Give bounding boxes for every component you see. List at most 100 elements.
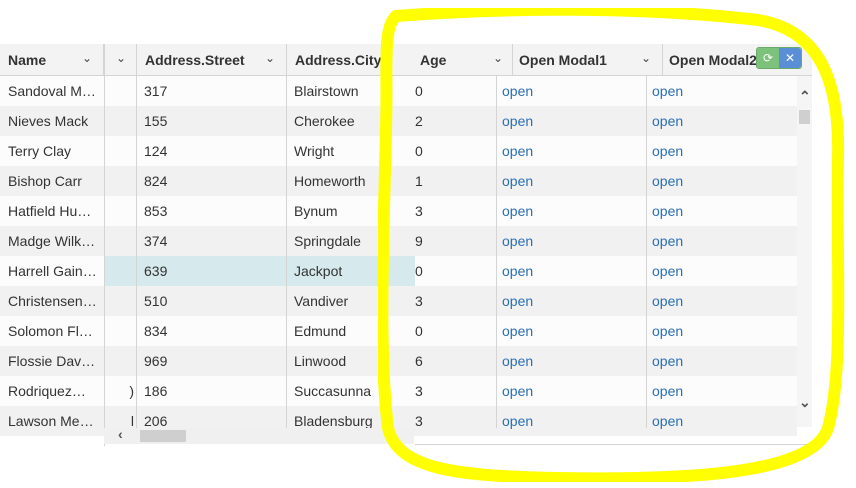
column-label-modal1: Open Modal1 xyxy=(519,52,607,68)
cell-street: 155 xyxy=(144,113,168,129)
open-modal2-link[interactable]: open xyxy=(646,346,797,376)
open-modal1-link[interactable]: open xyxy=(496,316,646,346)
right-header: Age ⌄ Open Modal1 ⌄ Open Modal2 xyxy=(415,44,812,76)
open-modal2-link[interactable]: open xyxy=(646,256,797,286)
chevron-down-icon[interactable]: ⌄ xyxy=(82,51,92,65)
cell-street: 639 xyxy=(136,256,286,286)
cell-city: Vandiver xyxy=(294,293,349,309)
table-row[interactable]: Madge Wilk… 374 Springdale 9 open open xyxy=(0,226,797,256)
open-modal2-link[interactable]: open xyxy=(646,76,797,106)
chevron-down-icon[interactable]: ⌄ xyxy=(641,51,651,65)
pinned-header: Name ⌄ xyxy=(0,44,104,76)
open-modal1-link[interactable]: open xyxy=(496,136,646,166)
open-modal1-link[interactable]: open xyxy=(496,196,646,226)
cell-partial xyxy=(104,256,136,286)
cell-name: Bishop Carr xyxy=(8,173,82,189)
cell-age: 2 xyxy=(415,113,423,129)
column-header-city[interactable]: Address.City xyxy=(287,44,415,75)
open-modal1-link[interactable]: open xyxy=(496,406,646,436)
vertical-scrollbar[interactable]: ⌃ ⌄ xyxy=(797,76,812,427)
column-header-street[interactable]: Address.Street ⌄ xyxy=(137,44,287,75)
open-modal2-link[interactable]: open xyxy=(646,136,797,166)
cell-street: 317 xyxy=(144,83,168,99)
table-row[interactable]: Terry Clay 124 Wright 0 open open xyxy=(0,136,797,166)
chevron-down-icon[interactable]: ⌄ xyxy=(799,394,811,411)
cell-city: Bynum xyxy=(294,203,338,219)
column-label-street: Address.Street xyxy=(145,52,245,68)
expand-icon[interactable]: ✕ xyxy=(779,48,801,68)
cell-age: 0 xyxy=(415,143,423,159)
open-modal2-link[interactable]: open xyxy=(646,106,797,136)
cell-age: 3 xyxy=(415,413,423,429)
table-row[interactable]: Christensen… 510 Vandiver 3 open open xyxy=(0,286,797,316)
cell-age: 0 xyxy=(415,263,423,279)
open-modal2-link[interactable]: open xyxy=(646,376,797,406)
cell-city: Linwood xyxy=(294,353,347,369)
vertical-scroll-thumb[interactable] xyxy=(799,110,810,124)
cell-city: Succasunna xyxy=(294,383,372,399)
open-modal1-link[interactable]: open xyxy=(496,256,646,286)
column-header-age[interactable]: Age ⌄ xyxy=(415,44,513,75)
chevron-up-icon[interactable]: ⌃ xyxy=(799,88,811,105)
open-modal1-link[interactable]: open xyxy=(496,106,646,136)
open-modal1-link[interactable]: open xyxy=(496,166,646,196)
cell-age: 3 xyxy=(415,293,423,309)
cell-age: 1 xyxy=(415,173,423,189)
chevron-down-icon[interactable]: ⌄ xyxy=(116,51,126,65)
horizontal-scroll-thumb[interactable] xyxy=(140,430,186,442)
open-modal1-link[interactable]: open xyxy=(496,286,646,316)
open-modal2-link[interactable]: open xyxy=(646,226,797,256)
cell-city: Homeworth xyxy=(294,173,366,189)
table-row[interactable]: Harrell Gain… 639 Jackpot 0 open open xyxy=(0,256,797,286)
table-row[interactable]: Flossie Dav… 969 Linwood 6 open open xyxy=(0,346,797,376)
open-modal2-link[interactable]: open xyxy=(646,286,797,316)
cell-street: 510 xyxy=(144,293,168,309)
cell-partial xyxy=(104,136,136,166)
column-label-city: Address.City xyxy=(295,52,382,68)
chevron-down-icon[interactable]: ⌄ xyxy=(493,51,503,65)
chevron-down-icon[interactable]: ⌄ xyxy=(265,51,275,65)
refresh-icon[interactable]: ⟳ xyxy=(757,48,779,68)
column-header-name[interactable]: Name ⌄ xyxy=(0,44,104,75)
cell-name: Christensen… xyxy=(8,293,97,309)
open-modal2-link[interactable]: open xyxy=(646,316,797,346)
column-header-partial[interactable]: ⌄ xyxy=(104,44,137,75)
open-modal1-link[interactable]: open xyxy=(496,346,646,376)
cell-name: Terry Clay xyxy=(8,143,72,159)
open-modal1-link[interactable]: open xyxy=(496,76,646,106)
table-row[interactable]: Sandoval M… 317 Blairstown 0 open open xyxy=(0,76,797,106)
table-row[interactable]: Bishop Carr 824 Homeworth 1 open open xyxy=(0,166,797,196)
cell-name: Madge Wilk… xyxy=(8,233,96,249)
cell-partial xyxy=(104,316,136,346)
open-modal2-link[interactable]: open xyxy=(646,166,797,196)
data-grid: Name ⌄ ⌄ Address.Street ⌄ Address.City A… xyxy=(0,44,812,446)
open-modal1-link[interactable]: open xyxy=(496,226,646,256)
table-row[interactable]: Solomon Fl… 834 Edmund 0 open open xyxy=(0,316,797,346)
table-row[interactable]: Rodriquez…) 186 Succasunna 3 open open xyxy=(0,376,797,406)
cell-age: 0 xyxy=(415,323,423,339)
open-modal1-link[interactable]: open xyxy=(496,376,646,406)
cell-city: Cherokee xyxy=(294,113,355,129)
column-header-modal1[interactable]: Open Modal1 ⌄ xyxy=(513,44,663,75)
column-divider xyxy=(286,44,287,428)
column-label-modal2: Open Modal2 xyxy=(669,52,757,68)
cell-name: Sandoval M… xyxy=(8,83,96,99)
chevron-left-icon[interactable]: ‹ xyxy=(118,426,123,442)
column-divider xyxy=(496,76,497,428)
horizontal-scrollbar[interactable]: ‹ › xyxy=(104,426,414,444)
cell-street: 124 xyxy=(144,143,168,159)
cell-partial: ) xyxy=(129,383,134,399)
cell-name: Solomon Fl… xyxy=(8,323,93,339)
cell-street: 824 xyxy=(144,173,168,189)
cell-street: 853 xyxy=(144,203,168,219)
table-row[interactable]: Nieves Mack 155 Cherokee 2 open open xyxy=(0,106,797,136)
grid-bottom-border xyxy=(415,444,812,445)
open-modal2-link[interactable]: open xyxy=(646,196,797,226)
cell-city: Jackpot xyxy=(286,256,415,286)
cell-city: Blairstown xyxy=(294,83,359,99)
open-modal2-link[interactable]: open xyxy=(646,406,797,436)
cell-age: 0 xyxy=(415,83,423,99)
table-row[interactable]: Hatfield Hu… 853 Bynum 3 open open xyxy=(0,196,797,226)
cell-partial xyxy=(104,76,136,106)
chevron-right-icon[interactable]: › xyxy=(386,426,391,442)
